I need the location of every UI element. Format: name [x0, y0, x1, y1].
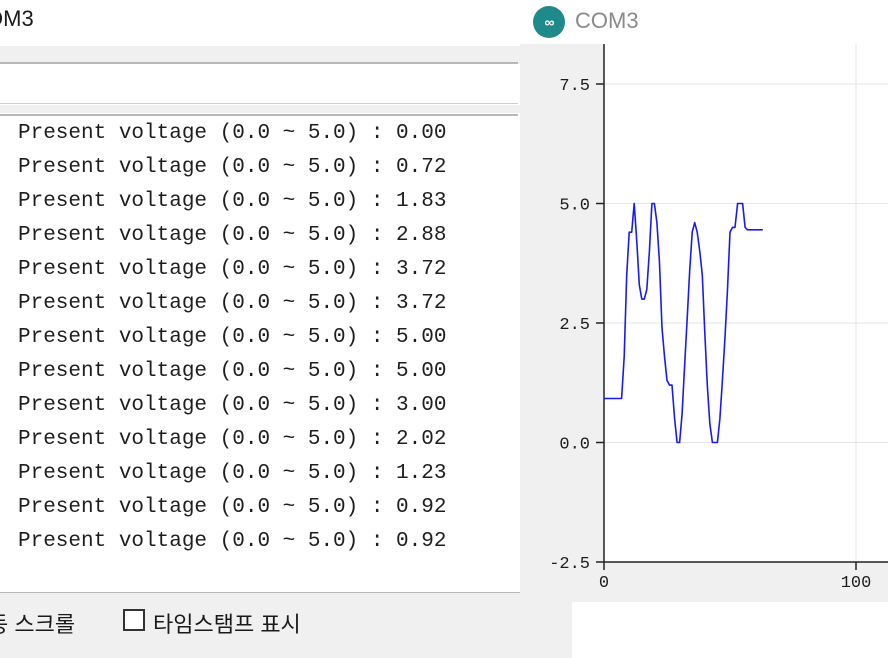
- output-line: Present voltage (0.0 ~ 5.0) : 1.23: [18, 462, 447, 485]
- output-line: Present voltage (0.0 ~ 5.0) : 0.92: [18, 530, 447, 553]
- monitor-bottom-bar: 동 스크롤 타임스탬프 표시: [0, 592, 520, 658]
- monitor-window-title: OM3: [0, 6, 34, 31]
- arduino-infinity-icon: ∞: [533, 6, 565, 38]
- x-tick-label: 100: [841, 574, 872, 593]
- output-line: Present voltage (0.0 ~ 5.0) : 0.92: [18, 496, 447, 519]
- voltage-plot: 7.5 5.0 2.5 0.0 -2.5 0 100: [549, 44, 888, 593]
- output-line: Present voltage (0.0 ~ 5.0) : 3.72: [18, 292, 447, 315]
- y-tick-label: -2.5: [549, 555, 590, 574]
- output-line: Present voltage (0.0 ~ 5.0) : 2.02: [18, 428, 447, 451]
- monitor-separator: [0, 105, 520, 113]
- output-line: Present voltage (0.0 ~ 5.0) : 3.00: [18, 394, 447, 417]
- y-tick-label: 2.5: [559, 316, 590, 335]
- output-line: Present voltage (0.0 ~ 5.0) : 0.72: [18, 156, 447, 179]
- autoscroll-label[interactable]: 동 스크롤: [0, 607, 75, 639]
- plotter-bottom-left: [520, 602, 572, 658]
- output-line: Present voltage (0.0 ~ 5.0) : 3.72: [18, 258, 447, 281]
- serial-monitor-window: OM3 Present voltage (0.0 ~ 5.0) : 0.00 P…: [0, 0, 520, 658]
- plotter-title-bar: ∞ COM3: [520, 0, 888, 44]
- serial-plotter-window: ∞ COM3 7.5 5.0 2.5 0.0 -2.5 0 100: [520, 0, 888, 658]
- y-tick-label: 0.0: [559, 436, 590, 455]
- timestamp-label[interactable]: 타임스탬프 표시: [153, 607, 301, 639]
- output-line: Present voltage (0.0 ~ 5.0) : 2.88: [18, 224, 447, 247]
- serial-output-area[interactable]: Present voltage (0.0 ~ 5.0) : 0.00 Prese…: [0, 114, 518, 592]
- y-tick-label: 5.0: [559, 197, 590, 216]
- serial-send-input[interactable]: [0, 62, 518, 104]
- x-tick-label: 0: [599, 574, 609, 593]
- plotter-bottom-bar: [572, 602, 888, 658]
- output-line: Present voltage (0.0 ~ 5.0) : 1.83: [18, 190, 447, 213]
- output-line: Present voltage (0.0 ~ 5.0) : 5.00: [18, 326, 447, 349]
- y-tick-label: 7.5: [559, 77, 590, 96]
- timestamp-checkbox[interactable]: [123, 609, 145, 631]
- monitor-title-bar: OM3: [0, 0, 520, 46]
- output-line: Present voltage (0.0 ~ 5.0) : 0.00: [18, 122, 447, 145]
- output-line: Present voltage (0.0 ~ 5.0) : 5.00: [18, 360, 447, 383]
- plot-panel: [604, 44, 888, 562]
- plotter-window-title: COM3: [575, 8, 639, 33]
